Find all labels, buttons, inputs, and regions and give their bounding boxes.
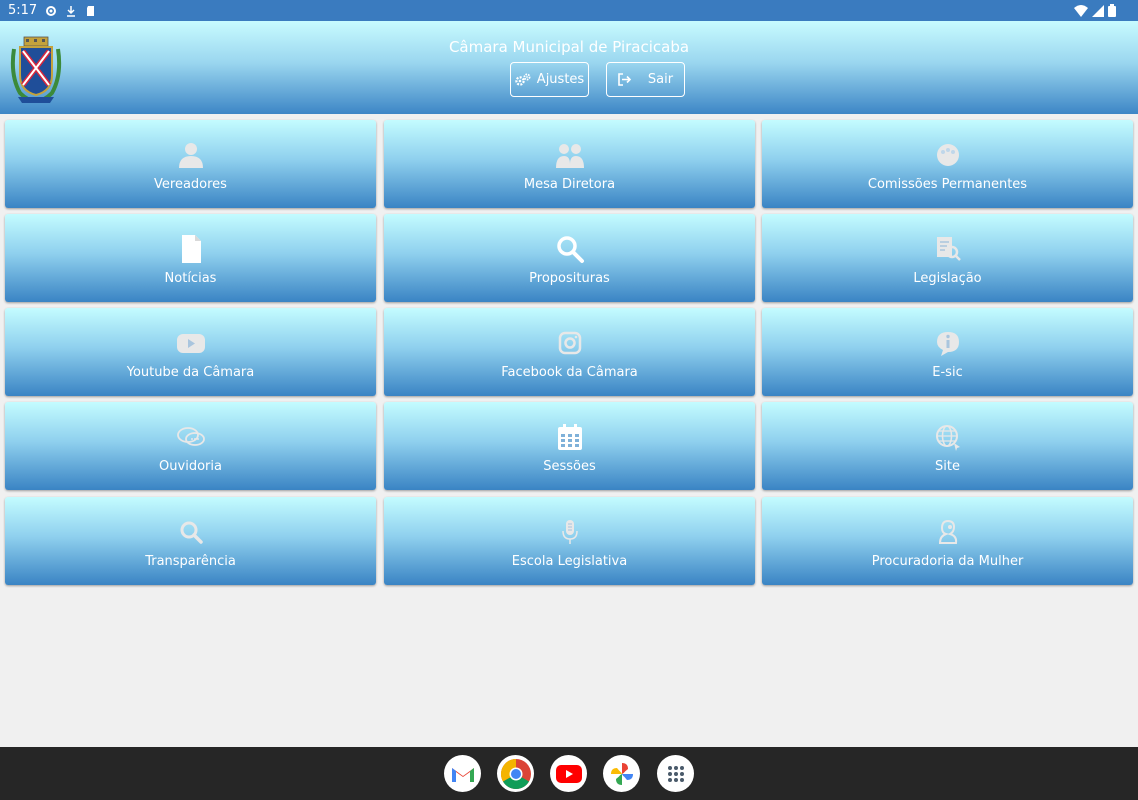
tile-mesa-diretora[interactable]: Mesa Diretora bbox=[384, 120, 755, 208]
tile-label: Mesa Diretora bbox=[523, 177, 616, 192]
tile-ouvidoria[interactable]: Ouvidoria bbox=[5, 402, 376, 490]
tile-transparencia[interactable]: Transparência bbox=[5, 497, 376, 585]
info-icon bbox=[936, 332, 959, 356]
tile-label: Vereadores bbox=[154, 177, 227, 192]
settings-icon bbox=[46, 5, 57, 16]
youtube-icon bbox=[176, 334, 205, 353]
tile-legislacao[interactable]: Legislação bbox=[762, 214, 1133, 302]
status-bar: 5:17 bbox=[0, 0, 1138, 21]
tile-site[interactable]: Site bbox=[762, 402, 1133, 490]
tile-noticias[interactable]: Notícias bbox=[5, 214, 376, 302]
tile-procuradoria-mulher[interactable]: Procuradoria da Mulher bbox=[762, 497, 1133, 585]
gears-icon bbox=[515, 73, 531, 86]
settings-button-label: Ajustes bbox=[536, 72, 585, 87]
tile-sessoes[interactable]: Sessões bbox=[384, 402, 755, 490]
tile-youtube[interactable]: Youtube da Câmara bbox=[5, 308, 376, 396]
tile-label: E-sic bbox=[932, 365, 963, 380]
tile-label: Legislação bbox=[913, 271, 982, 286]
photos-icon[interactable] bbox=[603, 755, 640, 792]
document-icon bbox=[181, 235, 201, 263]
battery-icon bbox=[1108, 4, 1116, 17]
tile-label: Facebook da Câmara bbox=[501, 365, 638, 380]
settings-button[interactable]: Ajustes bbox=[510, 62, 589, 97]
tile-e-sic[interactable]: E-sic bbox=[762, 308, 1133, 396]
person-icon bbox=[178, 143, 203, 168]
calendar-icon bbox=[557, 424, 582, 450]
law-search-icon bbox=[936, 237, 961, 261]
status-icons bbox=[1074, 4, 1116, 17]
logout-button[interactable]: Sair bbox=[606, 62, 685, 97]
youtube-app-icon[interactable] bbox=[550, 755, 587, 792]
chat-icon bbox=[176, 427, 205, 446]
tile-label: Proposituras bbox=[529, 271, 610, 286]
globe-icon bbox=[935, 425, 960, 451]
download-icon bbox=[67, 5, 76, 17]
tile-label: Ouvidoria bbox=[159, 459, 222, 474]
group-icon bbox=[555, 144, 584, 168]
tile-label: Sessões bbox=[543, 459, 596, 474]
instagram-icon bbox=[558, 331, 581, 355]
search-icon bbox=[556, 236, 584, 263]
tile-label: Transparência bbox=[145, 554, 236, 569]
youtube-glyph bbox=[555, 764, 582, 783]
app-dock bbox=[0, 747, 1138, 800]
sign-out-icon bbox=[618, 73, 632, 86]
gmail-glyph bbox=[451, 767, 474, 782]
tile-label: Escola Legislativa bbox=[511, 554, 628, 569]
meeting-icon bbox=[936, 144, 959, 166]
chrome-icon[interactable] bbox=[497, 755, 534, 792]
woman-icon bbox=[938, 519, 957, 544]
sd-card-icon bbox=[87, 5, 95, 16]
tile-label: Site bbox=[935, 459, 960, 474]
app-drawer-glyph bbox=[667, 765, 684, 782]
page-title: Câmara Municipal de Piracicaba bbox=[448, 38, 690, 56]
gmail-icon[interactable] bbox=[444, 755, 481, 792]
signal-icon bbox=[1092, 4, 1104, 17]
photos-glyph bbox=[610, 762, 633, 785]
wifi-icon bbox=[1074, 4, 1088, 17]
tile-label: Youtube da Câmara bbox=[126, 365, 255, 380]
app-header: Câmara Municipal de Piracicaba Ajustes S… bbox=[0, 21, 1138, 114]
microphone-icon bbox=[561, 520, 578, 544]
tile-label: Notícias bbox=[164, 271, 217, 286]
tile-facebook[interactable]: Facebook da Câmara bbox=[384, 308, 755, 396]
clock: 5:17 bbox=[8, 3, 38, 18]
tile-comissoes-permanentes[interactable]: Comissões Permanentes bbox=[762, 120, 1133, 208]
chrome-glyph bbox=[500, 758, 531, 789]
tile-vereadores[interactable]: Vereadores bbox=[5, 120, 376, 208]
tile-label: Procuradoria da Mulher bbox=[871, 554, 1024, 569]
tile-proposituras[interactable]: Proposituras bbox=[384, 214, 755, 302]
logout-button-label: Sair bbox=[647, 72, 674, 87]
tile-escola-legislativa[interactable]: Escola Legislativa bbox=[384, 497, 755, 585]
tile-label: Comissões Permanentes bbox=[867, 177, 1028, 192]
app-drawer-icon[interactable] bbox=[657, 755, 694, 792]
magnifier-icon bbox=[180, 521, 203, 544]
